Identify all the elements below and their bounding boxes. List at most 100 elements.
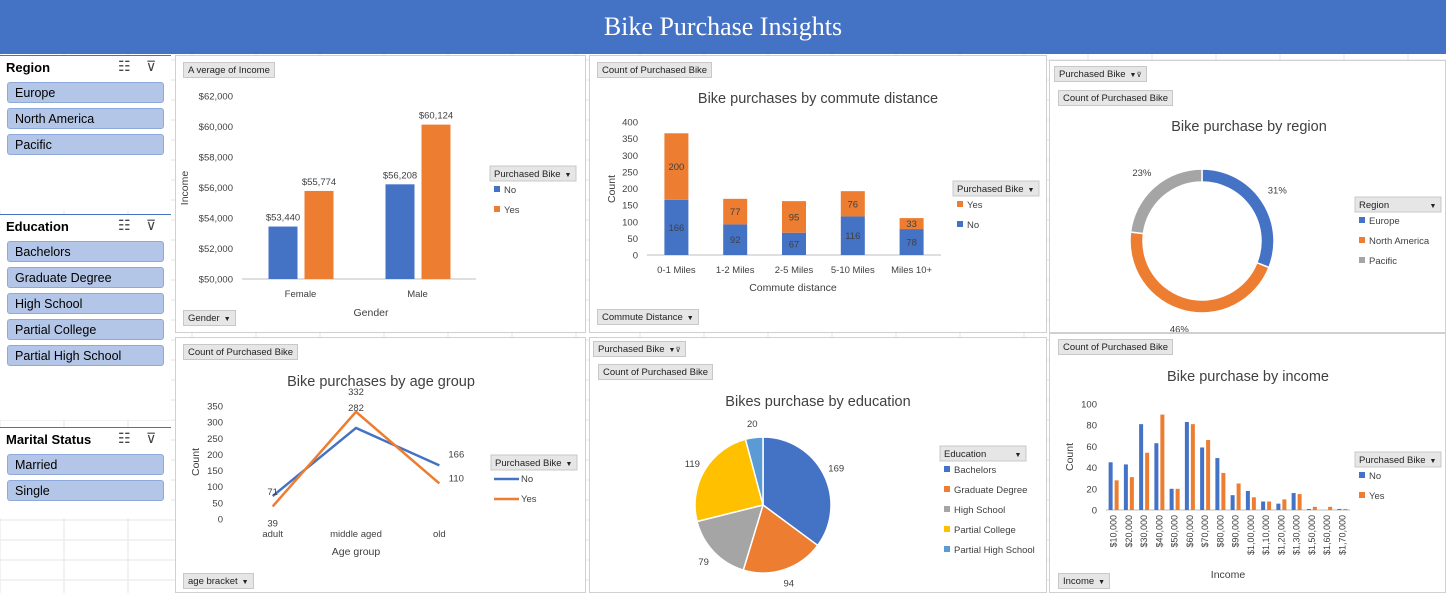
- income-field-button[interactable]: Income ▼: [1058, 573, 1111, 589]
- bar: [1236, 483, 1241, 510]
- legend-item: Partial College: [954, 525, 1016, 536]
- x-tick-label: $70,000: [1200, 515, 1210, 548]
- clear-filter-icon[interactable]: ⊽: [146, 217, 156, 234]
- y-tick-label: 250: [207, 434, 223, 445]
- data-label: 332: [348, 387, 364, 398]
- dropdown-arrow-icon: ▼: [565, 172, 572, 179]
- count-purchased-field-button[interactable]: Count of Purchased Bike: [597, 62, 713, 78]
- purchased-bike-filter-button[interactable]: Purchased Bike ▼⊽: [593, 341, 686, 357]
- y-tick-label: $60,000: [199, 122, 233, 133]
- y-tick-label: 300: [622, 151, 638, 162]
- y-tick-label: $58,000: [199, 153, 233, 164]
- commute-panel[interactable]: Bike purchases by commute distance 0 50 100…: [589, 55, 1047, 333]
- donut-slice: [1129, 231, 1270, 314]
- data-label: 77: [730, 207, 741, 218]
- clear-filter-icon[interactable]: ⊽: [146, 430, 156, 447]
- marital-slicer-title: Marital Status: [6, 432, 92, 447]
- x-tick-label: Miles 10+: [891, 265, 932, 276]
- bar: [1175, 488, 1180, 510]
- x-tick-label: $1,70,000: [1337, 515, 1347, 555]
- legend-item: High School: [954, 505, 1005, 516]
- x-tick-label: 5-10 Miles: [831, 265, 875, 276]
- y-tick-label: 100: [207, 482, 223, 493]
- legend-title: Purchased Bike: [1359, 455, 1426, 466]
- dropdown-arrow-icon: ▼: [566, 461, 573, 468]
- marital-item-married[interactable]: Married: [7, 454, 164, 475]
- legend-swatch: [1359, 257, 1365, 263]
- age-bracket-field-label: age bracket: [188, 576, 238, 587]
- filter-icon: ▼⊽: [1129, 72, 1142, 79]
- data-label: 20: [747, 419, 758, 430]
- gender-field-button[interactable]: Gender ▼: [183, 310, 236, 326]
- education-item-partial-college[interactable]: Partial College: [7, 319, 164, 340]
- legend-title: Purchased Bike: [494, 169, 561, 180]
- data-label: 282: [348, 403, 364, 414]
- legend-title: Purchased Bike: [495, 458, 562, 469]
- commute-distance-field-button[interactable]: Commute Distance ▼: [597, 309, 699, 325]
- chart-title: Bike purchase by region: [1171, 119, 1327, 135]
- chart-title: Bike purchase by income: [1167, 369, 1329, 385]
- legend-title: Purchased Bike: [957, 184, 1024, 195]
- data-label: 39: [267, 518, 278, 529]
- legend-swatch: [494, 206, 500, 212]
- x-tick-label: 1-2 Miles: [716, 265, 755, 276]
- bar: [1282, 499, 1287, 510]
- bar: [1251, 497, 1256, 510]
- purchased-bike-filter-button[interactable]: Purchased Bike ▼⊽: [1054, 66, 1147, 82]
- legend-item: Yes: [521, 494, 537, 505]
- bar: [1139, 424, 1144, 510]
- bar: [1221, 472, 1226, 510]
- bar: [1261, 501, 1266, 510]
- bar: [1312, 506, 1317, 510]
- data-label: 31%: [1268, 185, 1288, 196]
- education-item-high-school[interactable]: High School: [7, 293, 164, 314]
- count-purchased-field-button[interactable]: Count of Purchased Bike: [1058, 90, 1174, 106]
- bar: [1160, 414, 1165, 510]
- region-item-north-america[interactable]: North America: [7, 108, 164, 129]
- gender-income-panel[interactable]: $50,000 $52,000 $54,000 $56,000 $58,000 $60,0…: [175, 55, 586, 333]
- education-panel[interactable]: Bikes purchase by education 169 94 79 119 20 E…: [589, 337, 1047, 593]
- x-tick-label: $1,20,000: [1276, 515, 1286, 555]
- clear-filter-icon[interactable]: ⊽: [146, 58, 156, 75]
- y-tick-label: 0: [1092, 506, 1097, 517]
- y-tick-label: 200: [207, 450, 223, 461]
- x-tick-label: 2-5 Miles: [775, 265, 814, 276]
- bar: [1108, 462, 1113, 510]
- marital-item-single[interactable]: Single: [7, 480, 164, 501]
- bar: [1169, 488, 1174, 510]
- bar: [1245, 490, 1250, 510]
- education-item-bachelors[interactable]: Bachelors: [7, 241, 164, 262]
- count-purchased-field-button[interactable]: Count of Purchased Bike: [183, 344, 299, 360]
- multi-select-icon[interactable]: ☷: [118, 58, 131, 75]
- avg-income-field-button[interactable]: A verage of Income: [183, 62, 275, 78]
- education-item-partial-high-school[interactable]: Partial High School: [7, 345, 164, 366]
- legend-item: Partial High School: [954, 545, 1035, 556]
- chart-title: Bikes purchase by education: [725, 394, 910, 410]
- x-tick-label: $1,00,000: [1246, 515, 1256, 555]
- education-item-graduate-degree[interactable]: Graduate Degree: [7, 267, 164, 288]
- bar: [421, 124, 451, 279]
- legend-swatch: [957, 221, 963, 227]
- multi-select-icon[interactable]: ☷: [118, 430, 131, 447]
- count-purchased-field-button[interactable]: Count of Purchased Bike: [598, 364, 714, 380]
- chart-title: Bike purchases by age group: [287, 374, 475, 390]
- count-purchased-field-button[interactable]: Count of Purchased Bike: [1058, 339, 1174, 355]
- income-panel[interactable]: Bike purchase by income 0 20 40 60 80 100 $10,0…: [1049, 333, 1446, 593]
- legend-swatch: [1359, 492, 1365, 498]
- region-item-pacific[interactable]: Pacific: [7, 134, 164, 155]
- age-bracket-field-button[interactable]: age bracket ▼: [183, 573, 254, 589]
- dashboard-title: Bike Purchase Insights: [0, 0, 1446, 54]
- y-tick-label: 20: [1086, 484, 1097, 495]
- data-label: 166: [448, 449, 464, 460]
- region-item-europe[interactable]: Europe: [7, 82, 164, 103]
- bar: [1190, 424, 1195, 510]
- education-slicer-title: Education: [6, 219, 69, 234]
- x-axis-title: Gender: [353, 307, 389, 319]
- age-panel[interactable]: Bike purchases by age group 0 50 100 150 200 2…: [175, 337, 586, 593]
- multi-select-icon[interactable]: ☷: [118, 217, 131, 234]
- region-panel[interactable]: Bike purchase by region 31% 46% 23% Region ▼ E…: [1049, 60, 1446, 333]
- legend-item: Graduate Degree: [954, 485, 1027, 496]
- x-tick-label: $1,10,000: [1261, 515, 1271, 555]
- data-label: 110: [449, 473, 464, 484]
- legend-item: No: [504, 185, 516, 196]
